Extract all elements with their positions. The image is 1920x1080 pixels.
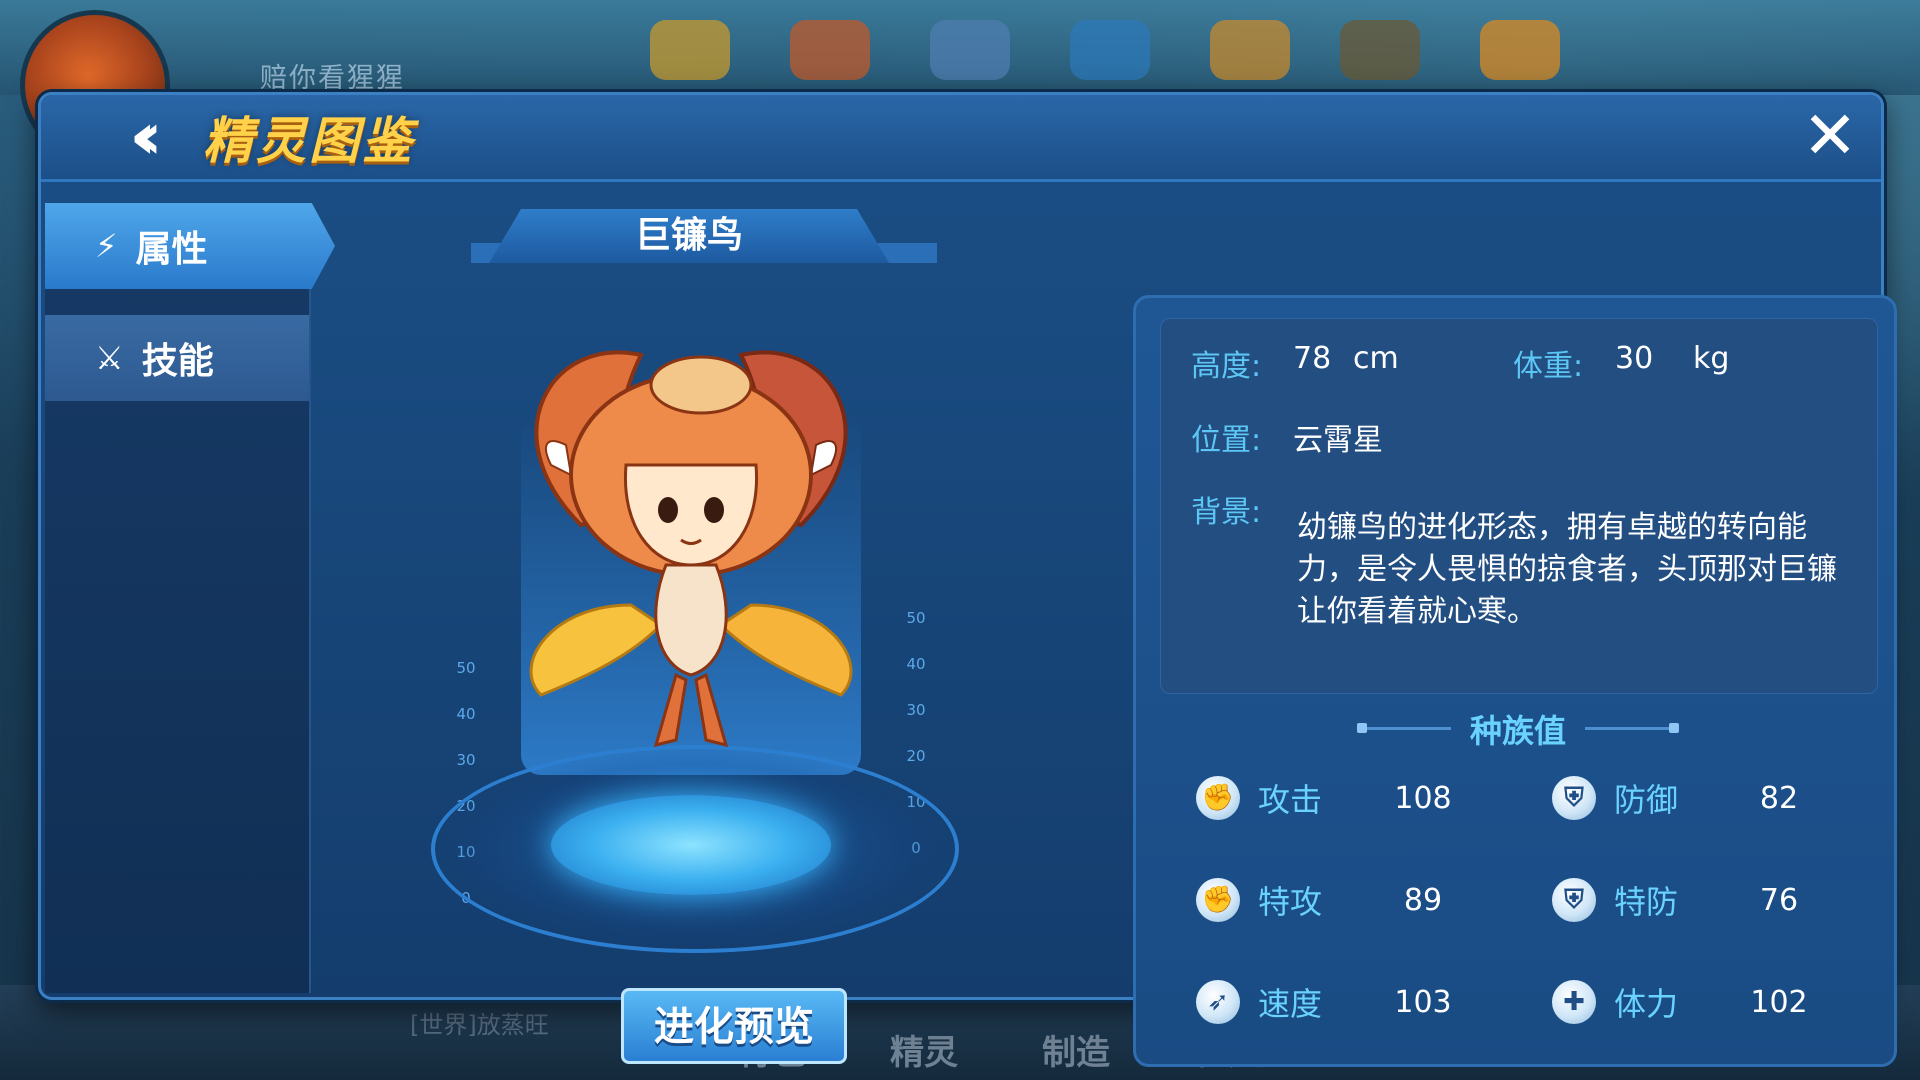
creature-name: 巨镰鸟 [489, 209, 889, 263]
tab-attributes[interactable]: ⚡ 属性 [45, 203, 335, 289]
stamina-icon: ✚ [1552, 980, 1596, 1024]
stat-label: 攻击 [1258, 781, 1323, 819]
sidebar: ⚡ 属性 ⚔ 技能 [45, 203, 335, 993]
stat-label: 速度 [1258, 985, 1323, 1023]
background-text: 幼镰鸟的进化形态，拥有卓越的转向能力，是令人畏惧的掠食者，头顶那对巨镰让你看着就… [1297, 510, 1837, 629]
speed-wing-icon: ➶ [1196, 980, 1240, 1024]
base-stats-title: 种族值 [1469, 712, 1566, 750]
stat-value: 82 [1759, 780, 1799, 816]
section-divider-dot [1669, 723, 1679, 733]
evolution-preview-button[interactable]: 进化预览 [621, 988, 847, 1064]
panel-title: 精灵图鉴 [203, 112, 415, 170]
sword-icon: ⚔ [95, 339, 124, 377]
stat-speed: ➶ 速度 103 [1196, 972, 1468, 1032]
menu-sprite: 精灵 [890, 1033, 958, 1073]
stat-attack: ✊ 攻击 108 [1196, 768, 1468, 828]
height-unit: cm [1353, 341, 1399, 376]
menu-craft: 制造 [1042, 1033, 1110, 1073]
stat-special-defense: ⛨ 特防 76 [1552, 870, 1824, 930]
stat-value: 103 [1394, 984, 1452, 1020]
special-defense-shield-icon: ⛨ [1552, 878, 1596, 922]
weight-label: 体重: [1513, 349, 1584, 384]
trophy-icon [650, 20, 730, 80]
stat-value: 89 [1403, 882, 1443, 918]
stat-stamina: ✚ 体力 102 [1552, 972, 1824, 1032]
close-button[interactable]: ✕ [1797, 103, 1863, 171]
location-label: 位置: [1191, 423, 1262, 458]
stat-value: 102 [1750, 984, 1808, 1020]
stat-value: 76 [1759, 882, 1799, 918]
stat-label: 特攻 [1258, 883, 1323, 921]
alert-icon [1070, 20, 1150, 80]
creature-stage: 50 40 30 20 10 0 50 40 30 20 10 0 [431, 275, 959, 975]
location-value: 云霄星 [1293, 423, 1383, 458]
stat-defense: ⛨ 防御 82 [1552, 768, 1824, 828]
panel-header: ‹‹ 精灵图鉴 ✕ [41, 95, 1881, 182]
height-label: 高度: [1191, 349, 1262, 384]
close-icon: ✕ [1802, 97, 1858, 174]
section-divider-right [1585, 727, 1669, 730]
world-chat: [世界]放蒸旺 [410, 1011, 549, 1039]
creature-head-icon [1340, 20, 1420, 80]
defense-shield-icon: ⛨ [1552, 776, 1596, 820]
description-box: 高度: 78 cm 体重: 30 kg 位置: 云霄星 背景: 幼镰鸟的进化形态… [1160, 318, 1878, 694]
stat-label: 特防 [1614, 883, 1679, 921]
weight-unit: kg [1693, 341, 1730, 376]
background-label: 背景: [1191, 495, 1262, 530]
stat-special-attack: ✊ 特攻 89 [1196, 870, 1468, 930]
attack-icon: ✊ [1196, 776, 1240, 820]
stat-label: 防御 [1614, 781, 1679, 819]
player-name: 赔你看猩猩 [260, 63, 405, 94]
gift-icon [1210, 20, 1290, 80]
sprite-encyclopedia-panel: ‹‹ 精灵图鉴 ✕ ⚡ 属性 ⚔ 技能 巨镰鸟 50 40 30 20 10 0 [38, 92, 1897, 1067]
lightning-icon: ⚡ [95, 227, 118, 265]
height-value: 78 [1293, 341, 1332, 376]
monkey-icon [790, 20, 870, 80]
weight-value: 30 [1615, 341, 1654, 376]
tab-skills[interactable]: ⚔ 技能 [45, 315, 309, 401]
tab-attributes-label: 属性 [135, 229, 208, 270]
special-attack-icon: ✊ [1196, 878, 1240, 922]
stat-value: 108 [1394, 780, 1452, 816]
double-chevron-left-icon: ‹‹ [129, 100, 162, 174]
spt-icon [930, 20, 1010, 80]
info-panel: 高度: 78 cm 体重: 30 kg 位置: 云霄星 背景: 幼镰鸟的进化形态… [1133, 295, 1897, 1067]
tab-skills-label: 技能 [141, 341, 214, 382]
stat-label: 体力 [1614, 985, 1679, 1023]
back-button[interactable]: ‹‹ [91, 105, 181, 169]
gem-icon [1480, 20, 1560, 80]
creature-illustration [529, 350, 853, 748]
